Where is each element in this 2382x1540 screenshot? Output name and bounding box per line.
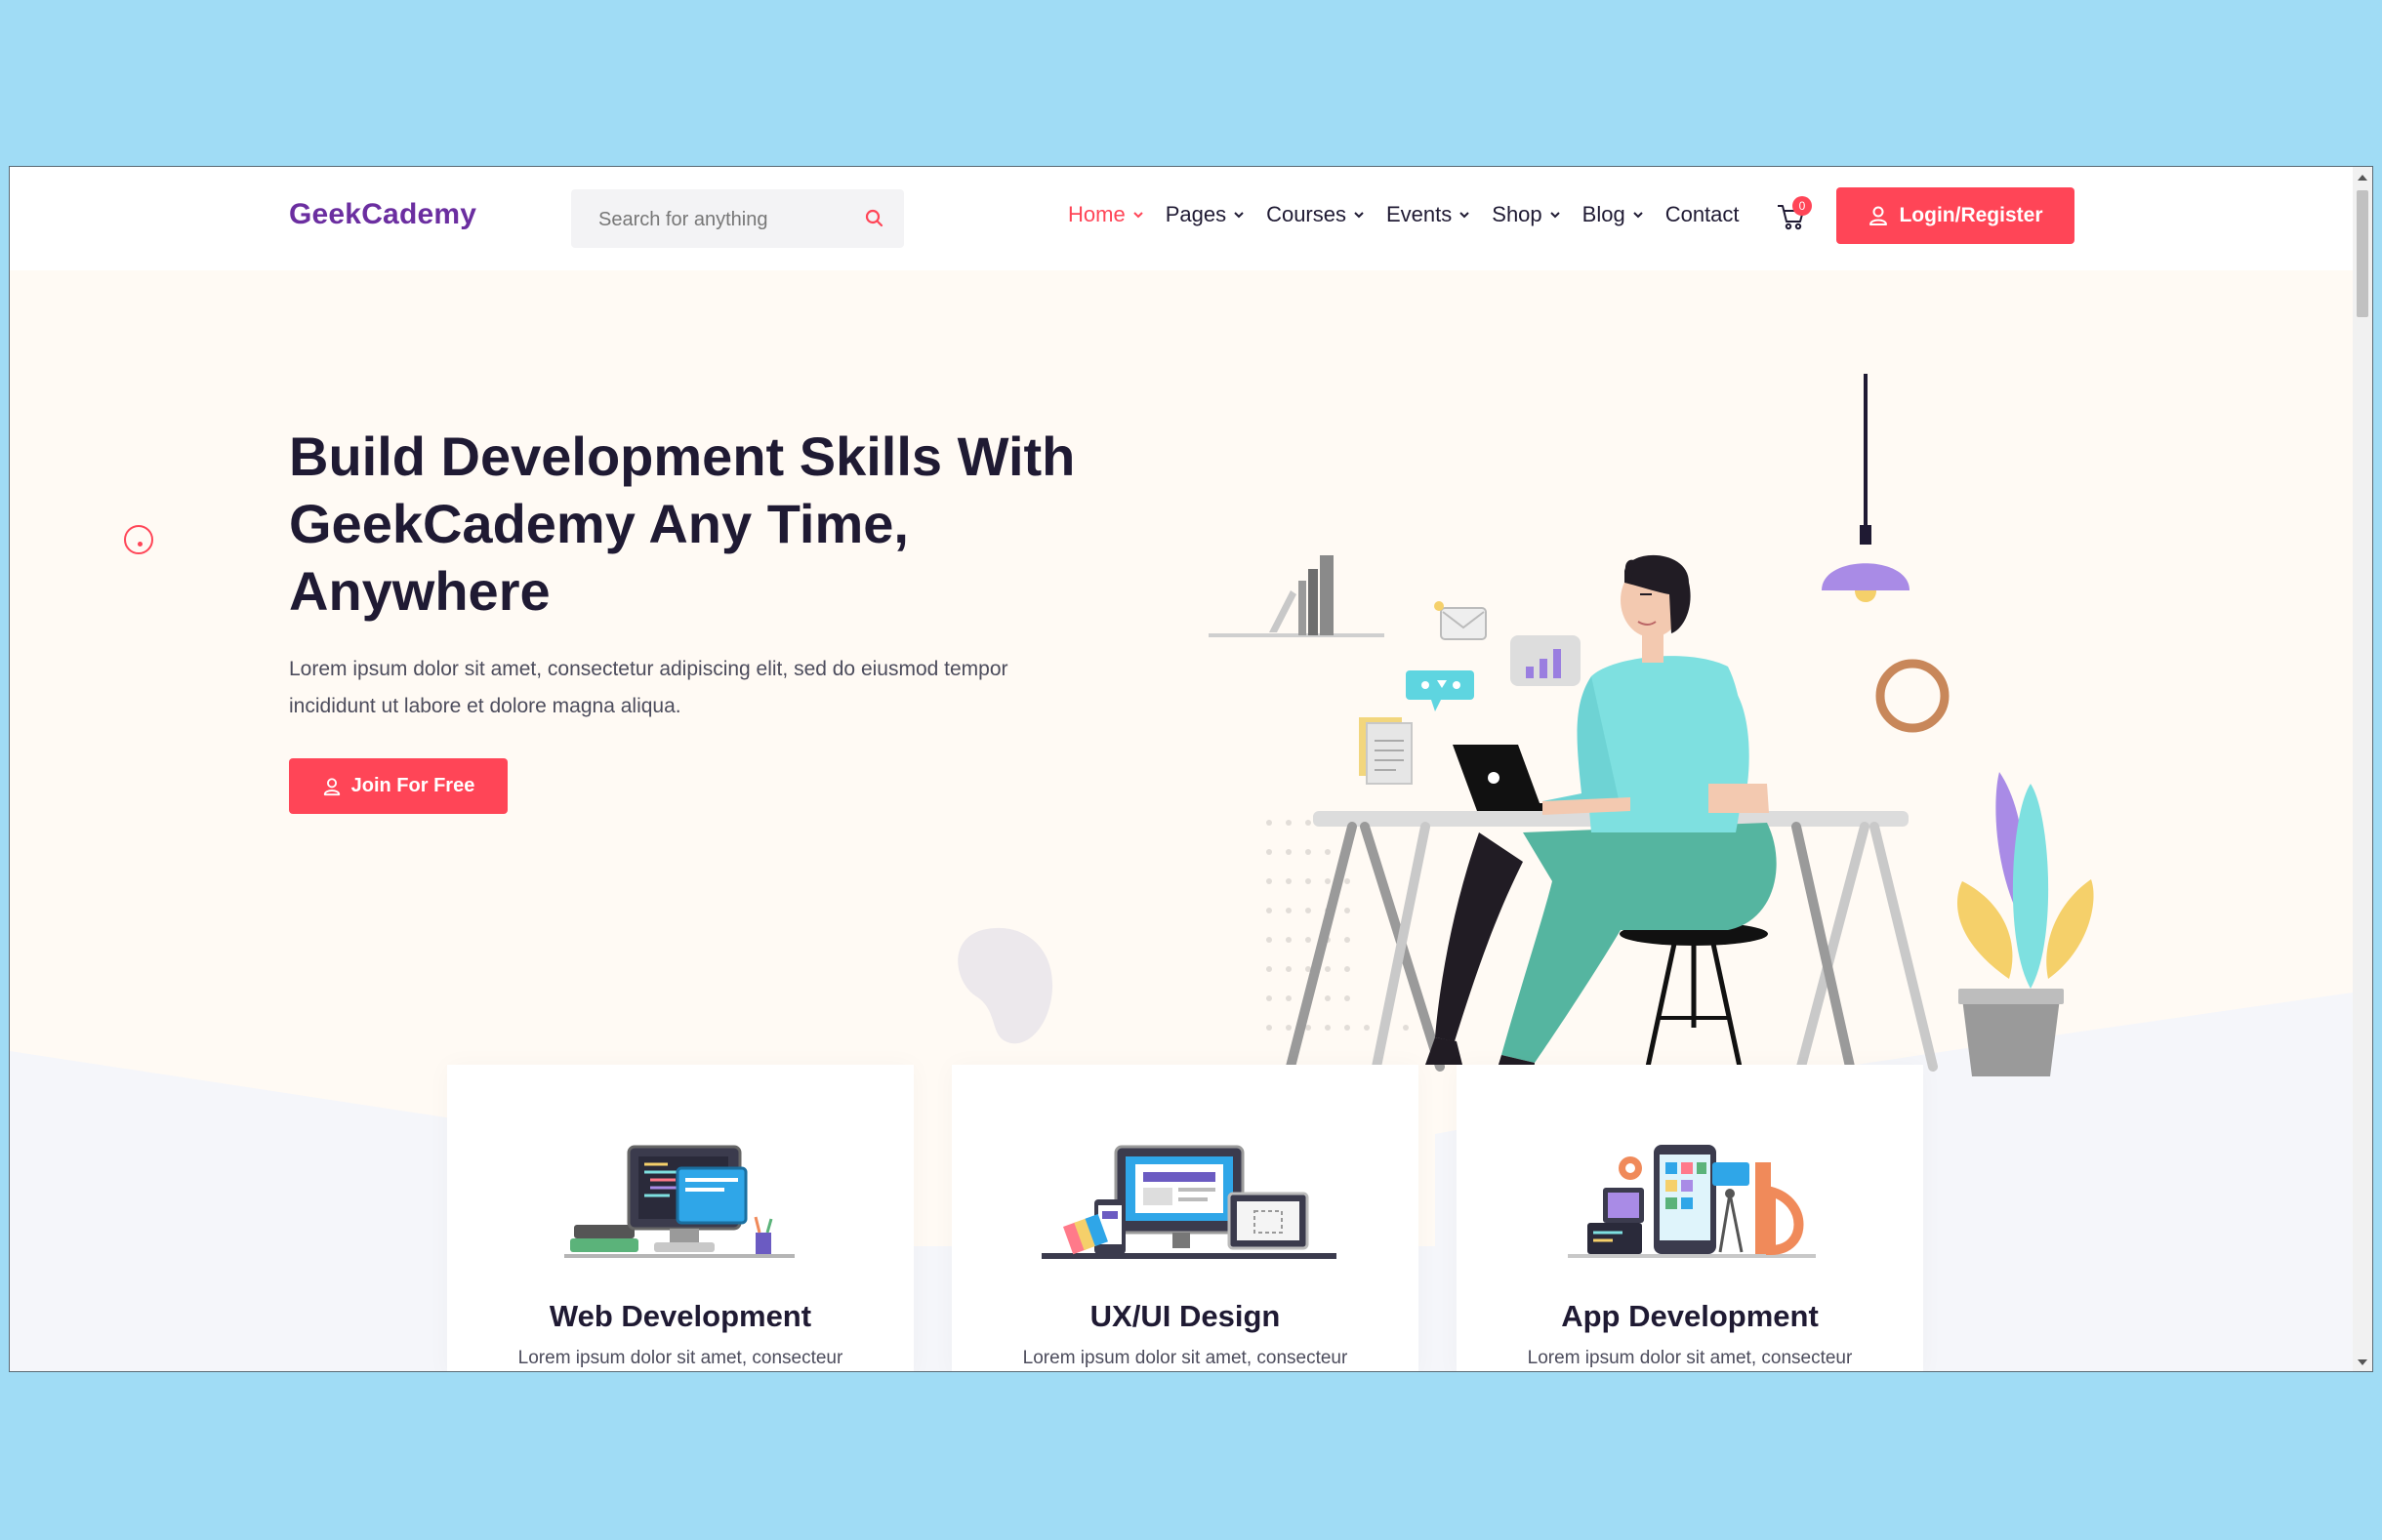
nav-item-contact[interactable]: Contact [1665, 202, 1740, 227]
course-category-card[interactable]: App Development Lorem ipsum dolor sit am… [1457, 1065, 1923, 1371]
hero-illustration [1209, 374, 2094, 1080]
chevron-down-icon [1549, 212, 1560, 219]
main-nav: Home Pages Courses Events Shop Blog Cont… [1068, 202, 1761, 227]
login-register-button[interactable]: Login/Register [1836, 187, 2074, 244]
card-title[interactable]: Web Development [447, 1299, 914, 1334]
browser-viewport: GeekCademy Search for anything Home Page… [9, 166, 2373, 1372]
nav-item-label: Courses [1266, 202, 1346, 226]
card-title[interactable]: App Development [1457, 1299, 1923, 1334]
nav-item-label: Contact [1664, 202, 1740, 226]
ux-ui-design-icon [1042, 1145, 1336, 1259]
site-logo[interactable]: GeekCademy [289, 198, 476, 231]
site-header: GeekCademy Search for anything Home Page… [10, 167, 2353, 270]
card-description: Lorem ipsum dolor sit amet, consecteur [517, 1348, 843, 1368]
card-description: Lorem ipsum dolor sit amet, consecteur [1022, 1348, 1348, 1368]
cart-count-badge: 0 [1792, 196, 1812, 216]
app-development-icon [1568, 1145, 1816, 1258]
scroll-thumb[interactable] [2357, 190, 2368, 317]
user-icon [1869, 206, 1888, 225]
nav-item-blog[interactable]: Blog [1582, 202, 1644, 227]
decorative-blob [958, 927, 1053, 1044]
hero-description: Lorem ipsum dolor sit amet, consectetur … [289, 651, 1080, 725]
course-category-card[interactable]: UX/UI Design Lorem ipsum dolor sit amet,… [952, 1065, 1418, 1371]
hero-section: Build Development Skills With GeekCademy… [10, 270, 2353, 1371]
scroll-up-arrow-icon[interactable] [2358, 175, 2367, 181]
nav-item-pages[interactable]: Pages [1166, 202, 1245, 227]
chevron-down-icon [1132, 212, 1143, 219]
course-category-card[interactable]: Web Development Lorem ipsum dolor sit am… [447, 1065, 914, 1371]
nav-item-label: Events [1386, 202, 1453, 226]
hero-description-line: incididunt ut labore et dolore magna ali… [289, 695, 681, 717]
user-icon [323, 777, 340, 795]
nav-item-home[interactable]: Home [1068, 202, 1144, 227]
scroll-down-arrow-icon[interactable] [2358, 1359, 2367, 1365]
hero-title-line: Anywhere [289, 560, 551, 622]
nav-item-courses[interactable]: Courses [1266, 202, 1365, 227]
card-title[interactable]: UX/UI Design [952, 1299, 1418, 1334]
hero-title-line: Build Development Skills With [289, 426, 1076, 487]
search-input[interactable]: Search for anything [598, 209, 767, 231]
nav-item-label: Shop [1492, 202, 1542, 226]
hero-title-line: GeekCademy Any Time, [289, 493, 909, 554]
nav-item-label: Home [1068, 202, 1126, 226]
vertical-scrollbar[interactable] [2353, 167, 2372, 1371]
join-for-free-label: Join For Free [350, 775, 475, 796]
nav-item-shop[interactable]: Shop [1492, 202, 1560, 227]
search-box[interactable]: Search for anything [571, 189, 904, 248]
join-for-free-button[interactable]: Join For Free [289, 758, 508, 814]
nav-item-events[interactable]: Events [1386, 202, 1470, 227]
chevron-down-icon [1354, 212, 1364, 219]
hero-description-line: Lorem ipsum dolor sit amet, consectetur … [289, 658, 1008, 680]
chevron-down-icon [1632, 212, 1643, 219]
nav-item-label: Blog [1581, 202, 1625, 226]
nav-item-label: Pages [1165, 202, 1227, 226]
card-description: Lorem ipsum dolor sit amet, consecteur [1527, 1348, 1853, 1368]
page: GeekCademy Search for anything Home Page… [10, 167, 2353, 1371]
login-register-label: Login/Register [1899, 204, 2043, 226]
decorative-circle [124, 525, 153, 554]
hero-title: Build Development Skills With GeekCademy… [289, 423, 1168, 625]
web-development-icon [564, 1145, 795, 1258]
search-icon[interactable] [863, 207, 886, 230]
chevron-down-icon [1459, 212, 1469, 219]
chevron-down-icon [1234, 212, 1244, 219]
